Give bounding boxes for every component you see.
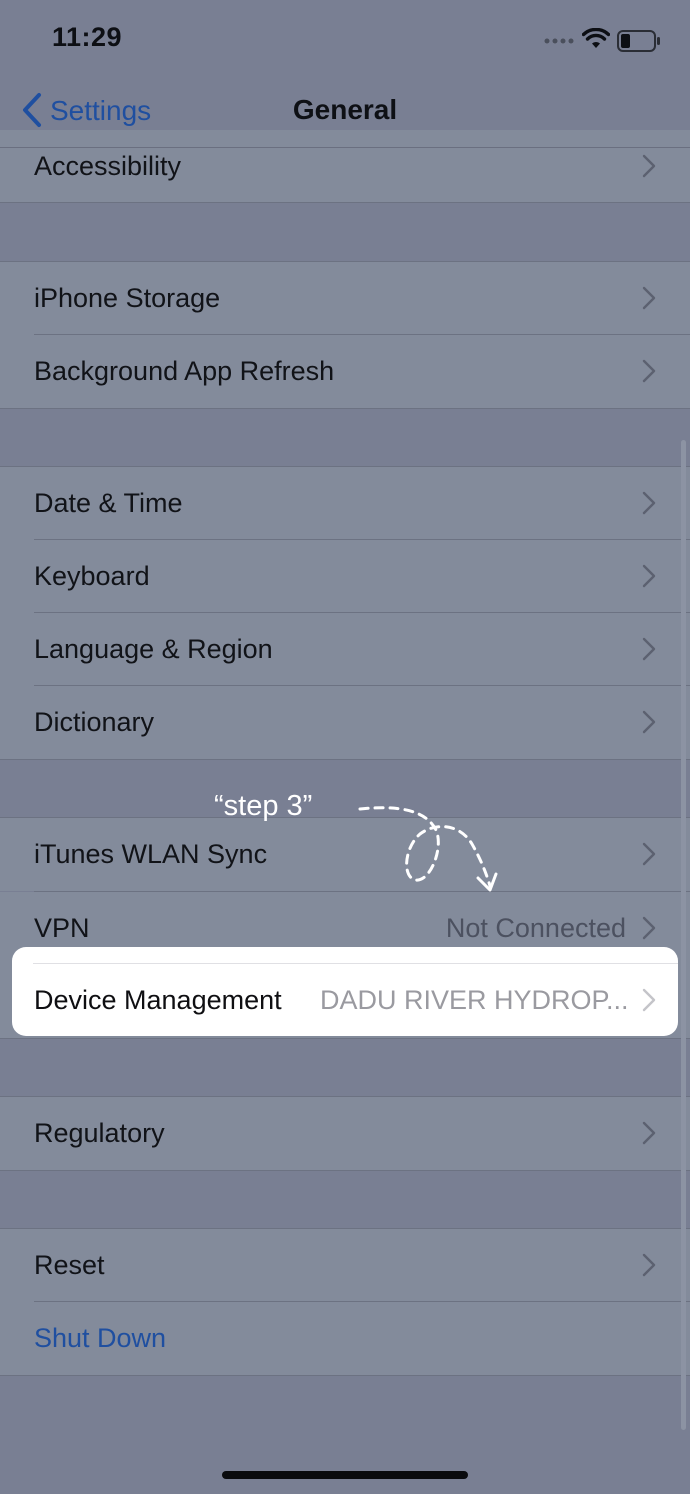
row-reset[interactable]: Reset xyxy=(0,1229,690,1302)
chevron-right-icon xyxy=(642,154,656,178)
chevron-right-icon xyxy=(642,710,656,734)
chevron-right-icon xyxy=(642,1121,656,1145)
home-indicator[interactable] xyxy=(222,1471,468,1479)
row-label: Dictionary xyxy=(34,707,155,737)
nav-divider-overlay xyxy=(0,147,690,148)
row-dictionary[interactable]: Dictionary xyxy=(0,686,690,759)
curved-arrow-icon xyxy=(358,806,498,892)
chevron-right-icon xyxy=(642,842,656,866)
row-iphone-storage[interactable]: iPhone Storage xyxy=(0,262,690,335)
row-label: Device Management xyxy=(34,985,282,1015)
row-accessibility[interactable]: Accessibility xyxy=(0,130,690,202)
chevron-right-icon xyxy=(642,1253,656,1277)
page-title: General xyxy=(292,94,398,125)
device-management-value: DADU RIVER HYDROP... xyxy=(320,985,629,1015)
group-divider xyxy=(0,1375,690,1376)
row-label: Background App Refresh xyxy=(34,356,335,386)
group-divider xyxy=(0,1170,690,1171)
row-itunes-wlan-sync[interactable]: iTunes WLAN Sync xyxy=(0,818,690,891)
row-label: Reset xyxy=(34,1250,105,1280)
cellular-signal-icon xyxy=(544,38,574,44)
row-label: Keyboard xyxy=(34,561,150,591)
row-label: iPhone Storage xyxy=(34,283,221,313)
row-label: Date & Time xyxy=(34,488,183,518)
group-divider xyxy=(0,1038,690,1039)
chevron-right-icon xyxy=(642,286,656,310)
row-background-app-refresh[interactable]: Background App Refresh xyxy=(0,335,690,408)
scrollbar[interactable] xyxy=(681,440,686,1430)
battery-icon xyxy=(617,30,660,52)
group-divider xyxy=(0,202,690,203)
chevron-right-icon xyxy=(642,359,656,383)
row-label: iTunes WLAN Sync xyxy=(34,839,268,869)
row-shut-down[interactable]: Shut Down xyxy=(0,1302,690,1375)
group-divider xyxy=(0,759,690,760)
group-divider xyxy=(0,408,690,409)
chevron-right-icon xyxy=(642,491,656,515)
row-label: Accessibility xyxy=(34,151,182,181)
annotation-step-label: “step 3” xyxy=(214,790,313,822)
row-regulatory[interactable]: Regulatory xyxy=(0,1097,690,1170)
chevron-right-icon xyxy=(642,988,656,1012)
chevron-right-icon xyxy=(642,637,656,661)
wifi-icon xyxy=(582,28,610,48)
row-device-management[interactable]: Device Management DADU RIVER HYDROP... xyxy=(12,947,678,1036)
row-language-region[interactable]: Language & Region xyxy=(0,613,690,686)
status-time: 11:29 xyxy=(52,22,123,52)
row-label: Regulatory xyxy=(34,1118,165,1148)
row-date-time[interactable]: Date & Time xyxy=(0,467,690,540)
shut-down-button[interactable]: Shut Down xyxy=(34,1302,166,1375)
chevron-right-icon xyxy=(642,916,656,940)
row-label: Language & Region xyxy=(34,634,273,664)
row-keyboard[interactable]: Keyboard xyxy=(0,540,690,613)
chevron-right-icon xyxy=(642,564,656,588)
